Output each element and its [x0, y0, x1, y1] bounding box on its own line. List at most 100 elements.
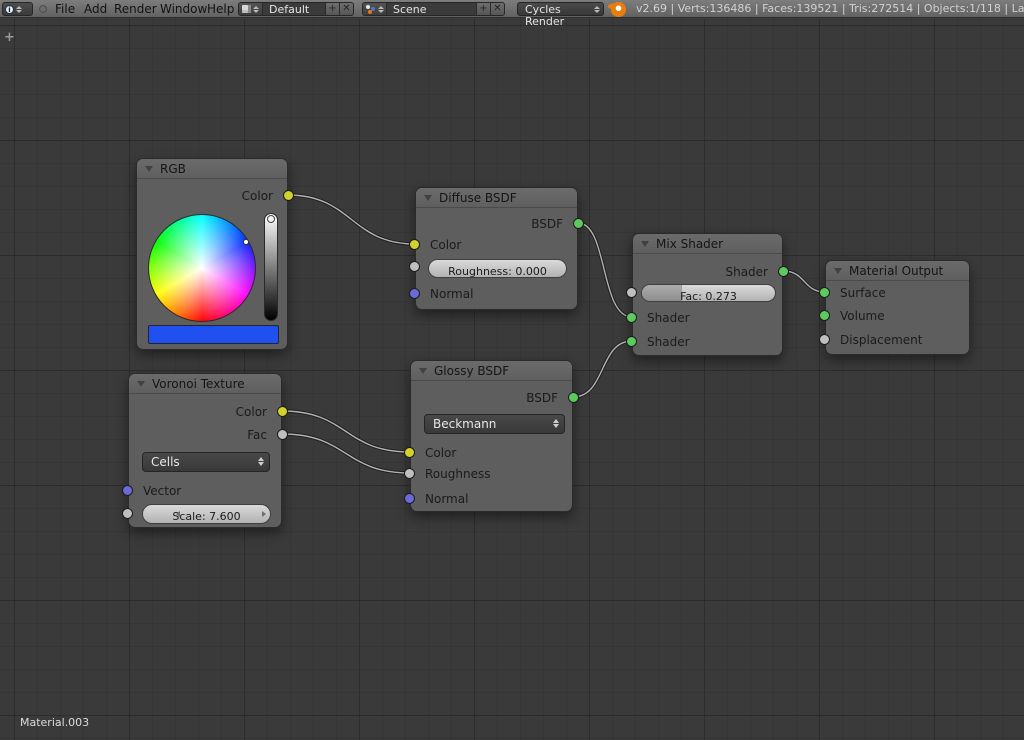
socket-fac-output[interactable] — [277, 429, 288, 440]
output-label-bsdf: BSDF — [526, 390, 558, 406]
socket-roughness-input[interactable] — [404, 468, 415, 479]
collapse-triangle-icon[interactable] — [145, 166, 153, 172]
region-expand-icon[interactable]: + — [4, 30, 15, 45]
node-tree-name: Material.003 — [20, 716, 89, 729]
socket-shader-input-1[interactable] — [626, 312, 637, 323]
editor-type-button[interactable]: i — [2, 2, 33, 16]
input-label-normal: Normal — [425, 491, 468, 507]
socket-color-input[interactable] — [409, 239, 420, 250]
info-editor-icon: i — [5, 5, 14, 14]
input-label-color: Color — [430, 237, 461, 253]
scene-add-button[interactable]: + — [476, 3, 490, 15]
collapse-triangle-icon[interactable] — [834, 268, 842, 274]
socket-volume-input[interactable] — [819, 310, 830, 321]
socket-normal-input[interactable] — [404, 493, 415, 504]
node-diffuse-bsdf[interactable]: Diffuse BSDF BSDF Color Roughness: 0.000… — [415, 187, 578, 310]
fac-slider[interactable]: Fac: 0.273 — [641, 284, 776, 302]
scene-selector[interactable]: Scene + ✕ — [362, 2, 505, 16]
roughness-slider[interactable]: Roughness: 0.000 — [428, 259, 567, 278]
layout-add-button[interactable]: + — [325, 3, 339, 15]
fac-slider-fill — [642, 285, 682, 301]
value-slider-cursor[interactable] — [267, 215, 275, 223]
menu-window[interactable]: Window — [160, 0, 207, 18]
selected-color-swatch[interactable] — [148, 325, 279, 344]
node-rgb-header[interactable]: RGB — [137, 159, 287, 179]
increment-arrow-icon[interactable] — [258, 505, 270, 523]
socket-color-output[interactable] — [277, 406, 288, 417]
output-label-bsdf: BSDF — [531, 216, 563, 232]
node-diffuse-header[interactable]: Diffuse BSDF — [416, 188, 577, 208]
decrement-arrow-icon[interactable] — [172, 505, 184, 523]
info-header-bar: i File Add Render Window Help Default + … — [0, 0, 1024, 18]
socket-vector-input[interactable] — [122, 485, 133, 496]
socket-bsdf-output[interactable] — [568, 392, 579, 403]
node-mix-shader[interactable]: Mix Shader Shader Fac: 0.273 Shader Shad… — [632, 233, 783, 356]
collapse-triangle-icon[interactable] — [137, 381, 145, 387]
chevron-updown-icon — [594, 6, 600, 13]
output-label-shader: Shader — [725, 264, 768, 280]
input-label-surface: Surface — [840, 285, 886, 301]
node-title: Material Output — [849, 264, 943, 278]
node-title: Voronoi Texture — [152, 377, 245, 391]
scale-number-field[interactable]: Scale: 7.600 — [142, 504, 271, 524]
socket-roughness-input[interactable] — [409, 261, 420, 272]
socket-shader-output[interactable] — [778, 266, 789, 277]
layout-name-field[interactable]: Default — [263, 3, 325, 15]
menu-add[interactable]: Add — [84, 0, 107, 18]
dropdown-arrows-icon — [258, 457, 264, 466]
screen-layout-selector[interactable]: Default + ✕ — [238, 2, 354, 16]
socket-displacement-input[interactable] — [819, 334, 830, 345]
node-glossy-header[interactable]: Glossy BSDF — [411, 361, 572, 381]
socket-surface-input[interactable] — [819, 287, 830, 298]
socket-bsdf-output[interactable] — [573, 218, 584, 229]
node-rgb[interactable]: RGB Color — [136, 158, 288, 350]
scene-statistics: v2.69 | Verts:136486 | Faces:139521 | Tr… — [636, 0, 1024, 18]
socket-shader-input-2[interactable] — [626, 336, 637, 347]
node-voronoi-header[interactable]: Voronoi Texture — [129, 374, 281, 394]
socket-normal-input[interactable] — [409, 288, 420, 299]
layout-close-button[interactable]: ✕ — [339, 3, 353, 15]
input-label-color: Color — [425, 445, 456, 461]
node-material-output-header[interactable]: Material Output — [826, 261, 969, 281]
render-engine-dropdown[interactable]: Cycles Render — [517, 2, 604, 16]
blender-logo-icon — [611, 2, 626, 17]
layout-icon[interactable] — [239, 3, 263, 15]
distribution-dropdown[interactable]: Beckmann — [424, 414, 565, 434]
menu-render[interactable]: Render — [114, 0, 157, 18]
color-wheel-picker[interactable] — [148, 214, 256, 322]
output-label-color: Color — [236, 404, 267, 420]
node-voronoi-texture[interactable]: Voronoi Texture Color Fac Cells Vector S… — [128, 373, 282, 528]
collapse-triangle-icon[interactable] — [419, 368, 427, 374]
input-label-roughness: Roughness — [425, 466, 490, 482]
input-label-volume: Volume — [840, 308, 885, 324]
socket-fac-input[interactable] — [626, 287, 637, 298]
scene-name-field[interactable]: Scene — [387, 3, 476, 15]
scene-icon[interactable] — [363, 3, 387, 15]
node-glossy-bsdf[interactable]: Glossy BSDF BSDF Beckmann Color Roughnes… — [410, 360, 573, 512]
socket-scale-input[interactable] — [122, 508, 133, 519]
input-label-displacement: Displacement — [840, 332, 923, 348]
color-wheel-cursor[interactable] — [243, 239, 249, 245]
collapse-triangle-icon[interactable] — [641, 241, 649, 247]
socket-color-output[interactable] — [283, 190, 294, 201]
input-label-shader-1: Shader — [647, 310, 690, 326]
node-material-output[interactable]: Material Output Surface Volume Displacem… — [825, 260, 970, 355]
input-label-vector: Vector — [143, 483, 181, 499]
chevron-updown-icon — [16, 6, 22, 13]
node-title: Glossy BSDF — [434, 364, 509, 378]
output-label-color: Color — [242, 188, 273, 204]
input-label-shader-2: Shader — [647, 334, 690, 350]
scene-close-button[interactable]: ✕ — [490, 3, 504, 15]
chevron-updown-icon — [378, 6, 384, 13]
output-label-fac: Fac — [247, 427, 267, 443]
menu-file[interactable]: File — [55, 0, 75, 18]
dropdown-arrows-icon — [553, 419, 559, 428]
coloring-dropdown[interactable]: Cells — [142, 452, 270, 472]
menu-collapse-toggle[interactable] — [39, 5, 47, 13]
input-label-normal: Normal — [430, 286, 473, 302]
socket-color-input[interactable] — [404, 447, 415, 458]
collapse-triangle-icon[interactable] — [424, 195, 432, 201]
value-slider-bar[interactable] — [264, 213, 278, 321]
node-mix-header[interactable]: Mix Shader — [633, 234, 782, 254]
menu-help[interactable]: Help — [207, 0, 234, 18]
